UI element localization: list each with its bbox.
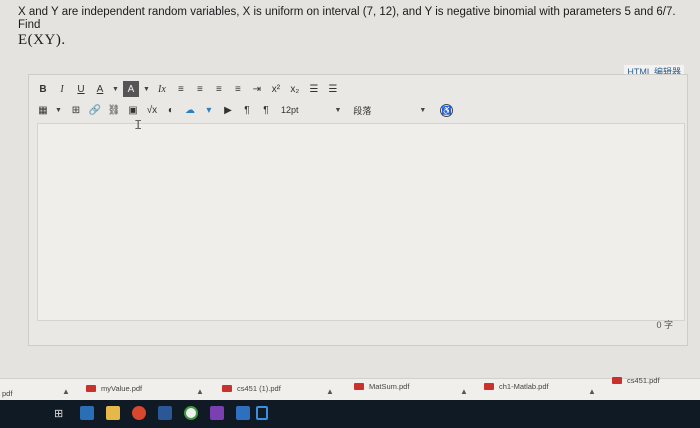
image-icon[interactable]: ▣ — [125, 102, 141, 118]
edge-icon[interactable] — [80, 406, 94, 420]
pdf-icon — [222, 384, 232, 392]
font-color-button[interactable]: A — [92, 81, 108, 97]
chevron-up-icon[interactable]: ▲ — [196, 387, 204, 396]
subscript-button[interactable]: x₂ — [287, 81, 303, 97]
cloud-icon[interactable]: ☁ — [182, 102, 198, 118]
chevron-up-icon[interactable]: ▲ — [326, 387, 334, 396]
download-item[interactable]: myValue.pdf — [86, 381, 142, 395]
file-explorer-icon[interactable] — [106, 406, 120, 420]
download-item[interactable]: cs451 (1).pdf — [222, 381, 281, 395]
answer-textarea[interactable]: I — [37, 118, 685, 321]
align-left-button[interactable]: ≡ — [173, 81, 189, 97]
superscript-button[interactable]: x² — [268, 81, 284, 97]
background-color-button[interactable]: A — [122, 81, 139, 97]
download-item[interactable]: ch1-Matlab.pdf — [484, 379, 549, 393]
question-body: X and Y are independent random variables… — [18, 6, 676, 31]
toolbar-row-insert: ▦ ▼ ⊞ 🔗 ⛓ ▣ √x ◐ ☁ ▾ ▶ ¶ ¶ 12pt ▼ 段落 ▼ ♿ — [35, 101, 456, 119]
justify-button[interactable]: ≡ — [230, 81, 246, 97]
bullet-list-button[interactable]: ☰ — [306, 81, 322, 97]
rtl-icon[interactable]: ¶ — [258, 102, 274, 118]
pdf-icon — [484, 382, 494, 390]
underline-button[interactable]: U — [73, 81, 89, 97]
pdf-icon — [86, 384, 96, 392]
chevron-down-icon: ▼ — [334, 106, 342, 114]
download-filename: cs451 (1).pdf — [237, 383, 281, 393]
text-cursor-icon: I — [134, 118, 143, 134]
question-expression: E(XY). — [18, 32, 66, 48]
paragraph-value: 段落 — [353, 105, 372, 116]
embed-icon[interactable]: ⊞ — [68, 102, 84, 118]
download-filename: ch1-Matlab.pdf — [499, 381, 549, 391]
word-count: 0 字 — [656, 320, 673, 330]
pdf-icon — [612, 376, 622, 384]
pdf-icon — [354, 382, 364, 390]
accessibility-icon[interactable]: ♿ — [440, 103, 454, 117]
formula-icon[interactable]: √x — [144, 102, 160, 118]
table-icon[interactable]: ▦ — [35, 102, 51, 118]
download-item[interactable]: MatSum.pdf — [354, 379, 409, 393]
numbered-list-button[interactable]: ☰ — [325, 81, 341, 97]
chevron-down-icon[interactable]: ▼ — [55, 107, 62, 114]
paragraph-select[interactable]: 段落 ▼ — [349, 103, 434, 117]
download-item[interactable]: cs451.pdf — [612, 373, 660, 387]
download-filename: myValue.pdf — [101, 383, 143, 393]
toolbar-row-format: B I U A ▼ A ▼ Ix ≡ ≡ ≡ ≡ ⇥ x² x₂ ☰ ☰ — [35, 80, 344, 98]
downloads-bar: pdf ▲ myValue.pdf ▲ cs451 (1).pdf ▲ MatS… — [0, 376, 700, 401]
rich-text-editor: B I U A ▼ A ▼ Ix ≡ ≡ ≡ ≡ ⇥ x² x₂ ☰ ☰ ▦ ▼… — [28, 74, 688, 346]
chevron-up-icon[interactable]: ▲ — [460, 387, 468, 396]
video-icon[interactable]: ▶ — [220, 102, 236, 118]
app-icon[interactable] — [256, 406, 268, 420]
italic-button[interactable]: I — [54, 81, 70, 97]
bold-button[interactable]: B — [35, 81, 51, 97]
font-size-select[interactable]: 12pt ▼ — [277, 103, 349, 117]
font-size-value: 12pt — [280, 105, 299, 115]
app-icon[interactable] — [132, 406, 146, 420]
chevron-down-icon[interactable]: ▼ — [143, 86, 150, 93]
app-icon[interactable] — [236, 406, 250, 420]
unlink-icon[interactable]: ⛓ — [106, 102, 122, 118]
chevron-down-icon[interactable]: ▼ — [112, 86, 119, 93]
media-icon[interactable]: ◐ — [163, 102, 179, 118]
chevron-up-icon[interactable]: ▲ — [588, 387, 596, 396]
download-filename: MatSum.pdf — [369, 381, 410, 391]
chevron-down-icon: ▼ — [419, 106, 427, 114]
clear-format-button[interactable]: Ix — [154, 81, 170, 97]
align-center-button[interactable]: ≡ — [192, 81, 208, 97]
dropdown-chevron-icon[interactable]: ▾ — [201, 102, 217, 118]
link-icon[interactable]: 🔗 — [87, 102, 103, 118]
taskbar: ⊞ — [0, 400, 700, 428]
ltr-icon[interactable]: ¶ — [239, 102, 255, 118]
onenote-icon[interactable] — [210, 406, 224, 420]
chrome-icon[interactable] — [184, 406, 198, 420]
word-icon[interactable] — [158, 406, 172, 420]
chevron-up-icon[interactable]: ▲ — [62, 387, 70, 396]
align-right-button[interactable]: ≡ — [211, 81, 227, 97]
download-filename: cs451.pdf — [627, 375, 660, 385]
download-item-partial[interactable]: pdf — [2, 389, 12, 398]
question-text: X and Y are independent random variables… — [18, 6, 688, 48]
task-view-icon[interactable]: ⊞ — [54, 407, 68, 421]
indent-button[interactable]: ⇥ — [249, 81, 265, 97]
